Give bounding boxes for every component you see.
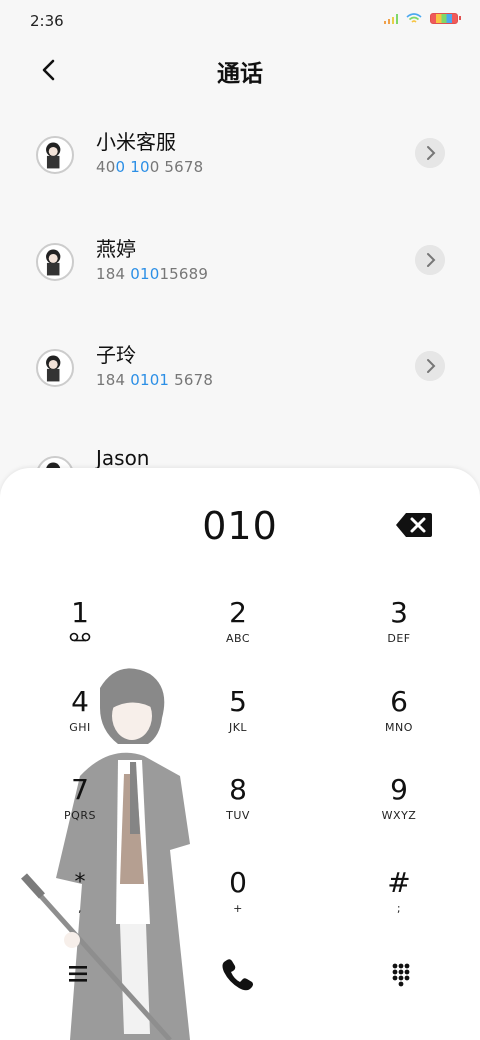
- contact-row[interactable]: 子玲 184 0101 5678: [0, 331, 480, 411]
- contact-number: 184 0101 5678: [96, 371, 214, 389]
- key-8[interactable]: 8 TUV: [178, 773, 298, 845]
- battery-icon: [430, 13, 461, 24]
- contact-number: 184 01015689: [96, 265, 209, 283]
- voicemail-icon: [69, 632, 91, 642]
- contact-name: 燕婷: [96, 237, 136, 261]
- contact-name: 小米客服: [96, 130, 176, 154]
- menu-icon: [69, 966, 87, 982]
- call-button[interactable]: [218, 954, 258, 994]
- keypad-toggle-button[interactable]: [381, 954, 421, 994]
- status-icons: [384, 13, 461, 24]
- backspace-icon: [396, 513, 432, 537]
- contact-number: 400 100 5678: [96, 158, 204, 176]
- contact-name: Jason: [96, 446, 150, 470]
- wifi-icon: [406, 13, 422, 23]
- key-2[interactable]: 2 ABC: [178, 596, 298, 668]
- dialer-panel: 010 1 2 ABC 3 DEF 4 GHI 5 JKL 6 MNO 7 PQ…: [0, 468, 480, 1040]
- key-1[interactable]: 1: [20, 596, 140, 668]
- key-9[interactable]: 9 WXYZ: [339, 773, 459, 845]
- contact-row[interactable]: 燕婷 184 01015689: [0, 225, 480, 305]
- avatar: [36, 136, 74, 174]
- header: 通话: [0, 40, 480, 100]
- contact-detail-button[interactable]: [415, 351, 445, 381]
- contact-detail-button[interactable]: [415, 245, 445, 275]
- status-bar: 2:36: [0, 0, 480, 40]
- menu-button[interactable]: [58, 954, 98, 994]
- backspace-button[interactable]: [395, 512, 433, 538]
- keypad-icon: [392, 963, 410, 987]
- key-3[interactable]: 3 DEF: [339, 596, 459, 668]
- contact-row[interactable]: 小米客服 400 100 5678: [0, 118, 480, 198]
- key-0[interactable]: 0 +: [178, 866, 298, 938]
- contact-detail-button[interactable]: [415, 138, 445, 168]
- key-star[interactable]: * ,: [20, 866, 140, 938]
- key-4[interactable]: 4 GHI: [20, 685, 140, 757]
- key-hash[interactable]: # ;: [339, 866, 459, 938]
- signal-icon: [384, 13, 398, 24]
- key-6[interactable]: 6 MNO: [339, 685, 459, 757]
- phone-icon: [222, 959, 253, 991]
- page-title: 通话: [217, 61, 263, 87]
- key-7[interactable]: 7 PQRS: [20, 773, 140, 845]
- avatar: [36, 349, 74, 387]
- contact-name: 子玲: [96, 343, 136, 367]
- status-time: 2:36: [30, 12, 64, 30]
- key-5[interactable]: 5 JKL: [178, 685, 298, 757]
- avatar: [36, 243, 74, 281]
